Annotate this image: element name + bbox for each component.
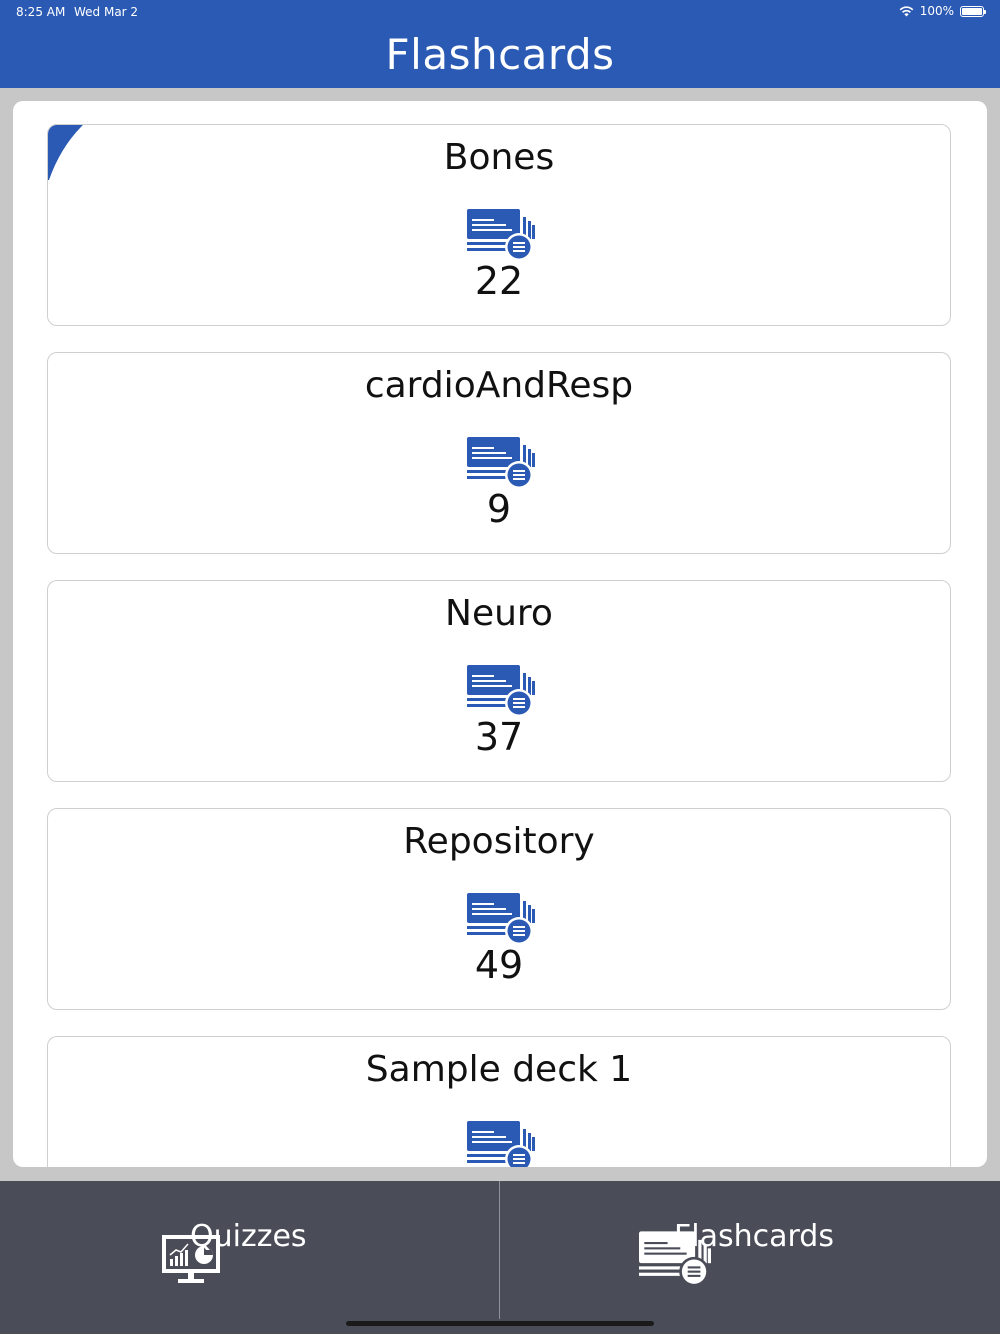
card-count: 37 <box>474 715 524 759</box>
deck-name: Sample deck 1 <box>365 1049 633 1090</box>
wifi-icon <box>899 5 914 16</box>
nav-bar: Flashcards <box>0 24 1000 88</box>
status-time: 8:25 AM <box>16 5 66 19</box>
tab-divider <box>499 1181 500 1319</box>
deck-card-sample-deck-1[interactable]: Sample deck 1 <box>47 1036 951 1167</box>
deck-name: cardioAndResp <box>364 365 634 406</box>
status-right: 100% <box>899 4 986 18</box>
deck-name: Neuro <box>445 593 553 634</box>
flashcards-icon <box>467 665 535 717</box>
battery-icon <box>960 5 986 17</box>
card-count: 22 <box>474 259 524 303</box>
deck-list[interactable]: Bones 22 cardioAndResp 9 Neuro 37 Reposi… <box>13 101 987 1167</box>
card-count: 49 <box>474 943 524 987</box>
status-date: Wed Mar 2 <box>74 5 139 19</box>
deck-card-neuro[interactable]: Neuro 37 <box>47 580 951 782</box>
flashcards-icon <box>467 1121 535 1167</box>
tab-label: Quizzes <box>190 1219 307 1254</box>
deck-card-repository[interactable]: Repository 49 <box>47 808 951 1010</box>
deck-card-bones[interactable]: Bones 22 <box>47 124 951 326</box>
tab-flashcards[interactable]: Flashcards <box>501 1181 1000 1334</box>
deck-name: Repository <box>403 821 595 862</box>
flashcards-icon <box>467 893 535 945</box>
deck-card-cardioandresp[interactable]: cardioAndResp 9 <box>47 352 951 554</box>
flashcards-icon <box>467 209 535 261</box>
status-bar: 8:25 AM Wed Mar 2 100% <box>0 0 1000 24</box>
deck-name: Bones <box>443 137 555 178</box>
flashcards-icon <box>467 437 535 489</box>
page-title: Flashcards <box>385 30 615 79</box>
tab-bar: Quizzes Flashcards <box>0 1181 1000 1334</box>
tab-label: Flashcards <box>674 1219 834 1254</box>
home-indicator[interactable] <box>346 1321 654 1326</box>
card-count: 9 <box>486 487 512 531</box>
tab-quizzes[interactable]: Quizzes <box>0 1181 499 1334</box>
battery-percent: 100% <box>919 4 954 18</box>
